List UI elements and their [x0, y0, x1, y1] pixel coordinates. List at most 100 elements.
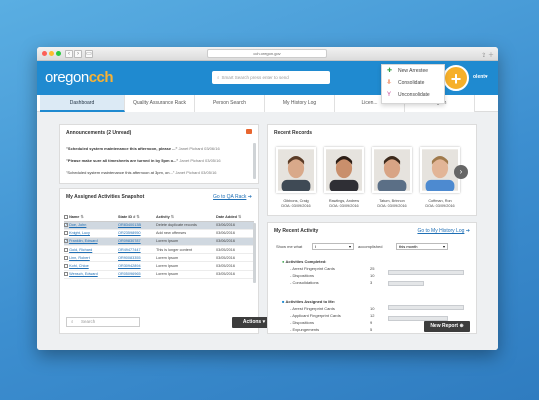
stat-label: - Expungements	[290, 327, 320, 332]
row-name-link[interactable]: Wensch, Edward	[69, 272, 98, 276]
record-name: Tatum, Brinnon	[379, 199, 405, 203]
period-select[interactable]: this month ▾	[396, 243, 448, 250]
chevron-right-icon: ›	[459, 167, 463, 176]
row-checkbox[interactable]: ✓	[64, 223, 68, 228]
stat-value: 12	[370, 313, 375, 318]
qa-rack-link[interactable]: Go to QA Rack ➔	[213, 194, 252, 200]
record-card[interactable]: Gibbons, Craig DOA: 03/09/2016	[276, 147, 316, 208]
row-activity: Add new offenses	[156, 229, 216, 238]
announcements-title: Announcements (2 Unread)	[66, 130, 132, 136]
table-row[interactable]: Kohl, Chloe OR30942894 Lorem Ipsum 03/05/20…	[64, 261, 254, 271]
stat-value: 10	[370, 273, 375, 278]
row-name-link[interactable]: Kohl, Chloe	[69, 264, 89, 268]
accomplished-label: accomplished	[358, 244, 383, 249]
row-checkbox[interactable]	[64, 272, 68, 277]
row-state-id-link[interactable]: OR05096965	[118, 272, 141, 276]
forward-icon[interactable]: ›	[74, 50, 82, 58]
row-activity: Delete duplicate records	[156, 221, 216, 230]
recent-records-title: Recent Records	[274, 130, 313, 136]
check-circle-icon: ●	[282, 259, 285, 264]
table-row[interactable]: Gold, Richard OR49477447 This is longer co…	[64, 245, 254, 255]
menu-item-unconsolidate[interactable]: Y Unconsolidate	[382, 89, 444, 101]
row-checkbox[interactable]: ✓	[64, 239, 68, 244]
row-checkbox[interactable]	[64, 264, 68, 269]
search-icon: ⌕	[217, 75, 220, 80]
row-state-id-link[interactable]: OR30942894	[118, 264, 141, 268]
record-name: Coffman, Ron	[428, 199, 452, 203]
new-report-button[interactable]: New Report ⊕	[424, 321, 470, 332]
row-activity: Lorem Ipsum	[156, 237, 216, 247]
tab-my-history-log[interactable]: My History Log	[265, 95, 335, 112]
announcement-item[interactable]: "Scheduled system maintenance this after…	[66, 170, 256, 175]
next-records-button[interactable]: ›	[454, 165, 468, 179]
back-icon[interactable]: ‹	[65, 50, 73, 58]
record-card[interactable]: Tatum, Brinnon DOA: 03/09/2016	[372, 147, 412, 208]
record-card[interactable]: Coffman, Ron DOA: 03/09/2016	[420, 147, 460, 208]
minimize-window-button[interactable]	[49, 51, 54, 56]
tab-dashboard[interactable]: Dashboard	[40, 95, 125, 112]
app-logo[interactable]: oregoncch	[45, 69, 114, 86]
table-row[interactable]: Wensch, Edward OR05096965 Lorem Ipsum 03/05…	[64, 270, 254, 279]
stat-label: - Applicant Fingerprint Cards	[290, 313, 341, 318]
row-checkbox[interactable]	[64, 247, 68, 252]
select-all-checkbox[interactable]	[64, 215, 68, 220]
announcement-flag-icon[interactable]	[246, 129, 252, 134]
row-state-id-link[interactable]: OR8340013B	[118, 223, 141, 227]
table-row[interactable]: ✓ Franklin, Edward OR09830787 Lorem Ipsum 0…	[64, 237, 254, 247]
stat-value: 10	[370, 306, 375, 311]
row-checkbox[interactable]	[64, 231, 68, 236]
row-name-link[interactable]: Doe, John	[69, 223, 86, 227]
table-header-row: Name ⇅ State ID # ⇅ Activity ⇅ Date Adde…	[64, 213, 254, 222]
row-activity: This is longer content	[156, 245, 216, 255]
row-state-id-link[interactable]: OR09830787	[118, 239, 141, 243]
who-select[interactable]: I ▾	[312, 243, 354, 250]
row-name-link[interactable]: Franklin, Edward	[69, 239, 98, 243]
maximize-window-button[interactable]	[56, 51, 61, 56]
dashboard-content: Announcements (2 Unread) "Scheduled syst…	[37, 112, 498, 350]
history-log-link[interactable]: Go to My History Log ➔	[417, 228, 470, 234]
activities-search-input[interactable]: ⌕ Search	[66, 317, 140, 327]
row-checkbox[interactable]	[64, 255, 68, 260]
activities-title: My Assigned Activities Snapshot	[66, 194, 145, 200]
table-row[interactable]: Knight, Lucy OR23598950 Add new offenses 03…	[64, 229, 254, 238]
row-name-link[interactable]: Linn, Robert	[69, 256, 90, 260]
row-date: 03/05/2016	[216, 245, 254, 255]
table-row[interactable]: ✓ Doe, John OR8340013B Delete duplicate re…	[64, 221, 254, 230]
row-state-id-link[interactable]: OR23598950	[118, 231, 141, 235]
quick-add-button[interactable]: +	[443, 65, 469, 91]
stat-value: 5	[370, 327, 373, 332]
announcements-panel: Announcements (2 Unread) "Scheduled syst…	[59, 124, 259, 184]
row-name-link[interactable]: Knight, Lucy	[69, 231, 90, 235]
stat-value: 3	[370, 280, 373, 285]
tab-quality-assurance-rack[interactable]: Quality Assurance Rack	[125, 95, 195, 112]
address-bar[interactable]: cch.oregon.gov	[207, 49, 327, 58]
stat-value: 9	[370, 320, 373, 325]
close-window-button[interactable]	[42, 51, 47, 56]
activities-scrollbar[interactable]	[253, 223, 256, 283]
assigned-bar	[388, 305, 464, 310]
smart-search-input[interactable]: ⌕ Smart Search press enter to send	[212, 71, 330, 84]
row-state-id-link[interactable]: OR90083355	[118, 256, 141, 260]
tab-person-search[interactable]: Person Search	[195, 95, 265, 112]
menu-item-new-arrestee[interactable]: ✚ New Arrestee	[382, 65, 444, 77]
person-add-icon: ✚	[387, 68, 393, 74]
record-card[interactable]: Rawlings, Andrew DOA: 03/09/2016	[324, 147, 364, 208]
quick-add-menu: ✚ New Arrestee ⥥ Consolidate Y Unconsolidat…	[381, 64, 445, 104]
row-date: 03/05/2016	[216, 261, 254, 271]
record-photo	[276, 147, 316, 193]
record-date: DOA: 03/09/2016	[281, 204, 311, 208]
announcement-item[interactable]: "Scheduled system maintenance this after…	[66, 146, 256, 151]
record-photo	[324, 147, 364, 193]
row-date: 03/06/2016	[216, 229, 254, 238]
table-row[interactable]: Linn, Robert OR90083355 Lorem Ipsum 03/05/2…	[64, 253, 254, 263]
menu-item-consolidate[interactable]: ⥥ Consolidate	[382, 77, 444, 89]
row-name-link[interactable]: Gold, Richard	[69, 248, 92, 252]
announcement-item[interactable]: "Please make sure all timesheets are tur…	[66, 158, 256, 163]
stat-label: - Dispositions	[290, 273, 315, 278]
row-state-id-link[interactable]: OR49477447	[118, 248, 141, 252]
sidebar-toggle-icon[interactable]: ▭	[85, 50, 93, 58]
chevron-down-icon: ▾	[262, 319, 266, 325]
share-icon[interactable]: ⇪ ＋	[481, 50, 494, 59]
user-menu[interactable]: olent▾	[473, 74, 487, 80]
announcements-scrollbar[interactable]	[253, 143, 256, 179]
